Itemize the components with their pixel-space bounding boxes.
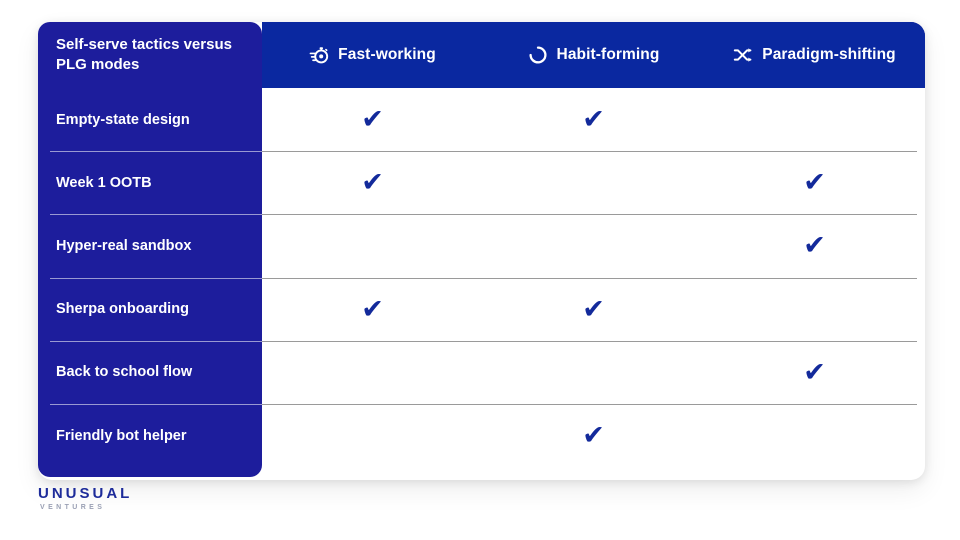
cell-back-to-school-flow-habit-forming[interactable]: ✔ [483,341,704,404]
cell-sherpa-onboarding-habit-forming[interactable]: ✔ [483,278,704,341]
column-header-fast-working[interactable]: Fast-working [262,22,483,88]
row-label-sherpa-onboarding[interactable]: Sherpa onboarding [38,277,262,341]
cell-back-to-school-flow-fast-working[interactable]: ✔ [262,341,483,404]
logo-wordmark: UNUSUAL [38,485,133,502]
cell-week-1-ootb-habit-forming[interactable]: ✔ [483,151,704,214]
stopwatch-speed-icon [309,45,329,65]
row-label-text: Hyper-real sandbox [56,237,192,254]
cell-sherpa-onboarding-paradigm-shifting[interactable]: ✔ [704,278,925,341]
cell-friendly-bot-helper-paradigm-shifting[interactable]: ✔ [704,404,925,467]
column-header-habit-forming[interactable]: Habit-forming [483,22,704,88]
row-label-friendly-bot-helper[interactable]: Friendly bot helper [38,403,262,467]
row-label-empty-state-design[interactable]: Empty-state design [38,88,262,151]
table-row: ✔ ✔ ✔ [262,151,925,214]
cell-week-1-ootb-fast-working[interactable]: ✔ [262,151,483,214]
table-row: ✔ ✔ ✔ [262,403,925,467]
logo-tagline: VENTURES [40,504,106,511]
cell-friendly-bot-helper-fast-working[interactable]: ✔ [262,404,483,467]
table-row: ✔ ✔ ✔ [262,277,925,341]
matrix-title: Self-serve tactics versus PLG modes [56,35,232,73]
table-row: ✔ ✔ ✔ [262,340,925,404]
column-header-label: Paradigm-shifting [762,46,896,63]
column-header-label: Habit-forming [556,46,660,63]
check-icon: ✔ [803,230,826,262]
row-label-text: Friendly bot helper [56,427,187,444]
cell-empty-state-design-paradigm-shifting[interactable]: ✔ [704,88,925,151]
unusual-ventures-logo: UNUSUAL VENTURES [38,486,132,511]
cell-empty-state-design-fast-working[interactable]: ✔ [262,88,483,151]
check-icon: ✔ [803,356,826,388]
row-label-sidebar: Self-serve tactics versus PLG modes Empt… [38,22,262,477]
shuffle-icon [733,45,753,65]
column-header-row: Fast-working Habit-forming Paradigm-shif… [262,22,925,88]
table-row: ✔ ✔ ✔ [262,214,925,277]
row-label-text: Empty-state design [56,111,190,128]
cell-sherpa-onboarding-fast-working[interactable]: ✔ [262,278,483,341]
cell-hyper-real-sandbox-habit-forming[interactable]: ✔ [483,214,704,277]
cell-back-to-school-flow-paradigm-shifting[interactable]: ✔ [704,341,925,404]
check-icon: ✔ [582,293,605,325]
cell-hyper-real-sandbox-fast-working[interactable]: ✔ [262,214,483,277]
column-header-label: Fast-working [338,46,436,63]
check-icon: ✔ [361,104,384,136]
check-icon: ✔ [582,420,605,452]
row-label-week-1-ootb[interactable]: Week 1 OOTB [38,151,262,214]
row-label-back-to-school-flow[interactable]: Back to school flow [38,340,262,404]
cell-friendly-bot-helper-habit-forming[interactable]: ✔ [483,404,704,467]
row-label-text: Back to school flow [56,364,193,381]
cell-hyper-real-sandbox-paradigm-shifting[interactable]: ✔ [704,214,925,277]
cell-week-1-ootb-paradigm-shifting[interactable]: ✔ [704,151,925,214]
refresh-cycle-icon [528,45,548,65]
row-label-text: Sherpa onboarding [56,301,189,318]
column-header-paradigm-shifting[interactable]: Paradigm-shifting [704,22,925,88]
row-label-list: Empty-state design Week 1 OOTB Hyper-rea… [38,88,262,467]
check-icon: ✔ [361,167,384,199]
matrix-body: ✔ ✔ ✔ ✔ ✔ ✔ ✔ ✔ ✔ ✔ ✔ ✔ ✔ ✔ ✔ ✔ ✔ ✔ [262,88,925,480]
cell-empty-state-design-habit-forming[interactable]: ✔ [483,88,704,151]
check-icon: ✔ [582,104,605,136]
check-icon: ✔ [803,167,826,199]
check-icon: ✔ [361,293,384,325]
row-label-hyper-real-sandbox[interactable]: Hyper-real sandbox [38,214,262,277]
row-label-text: Week 1 OOTB [56,174,152,191]
table-row: ✔ ✔ ✔ [262,88,925,151]
